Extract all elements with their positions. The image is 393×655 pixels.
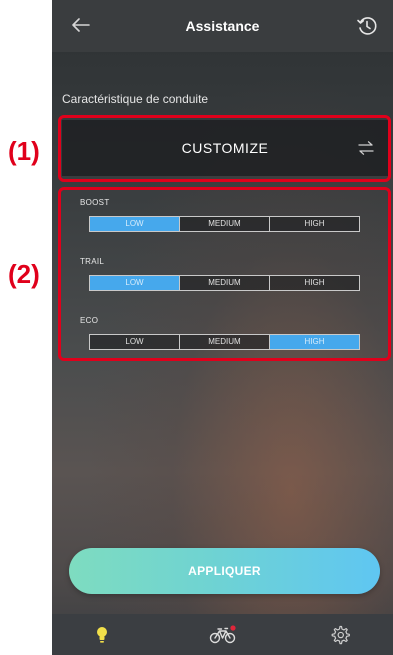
apply-button[interactable]: APPLIQUER — [69, 548, 380, 594]
annotation-box-1 — [58, 115, 391, 182]
page-title: Assistance — [185, 18, 260, 34]
notification-dot — [230, 625, 236, 631]
annotation-box-2 — [58, 187, 391, 361]
bottom-nav — [52, 614, 393, 655]
apply-button-label: APPLIQUER — [188, 564, 261, 578]
history-icon[interactable] — [355, 14, 379, 38]
gear-icon[interactable] — [328, 623, 352, 647]
lightbulb-icon[interactable] — [90, 623, 114, 647]
bicycle-icon[interactable] — [209, 623, 236, 647]
top-bar: Assistance — [52, 0, 393, 52]
annotation-label-1: (1) — [8, 136, 40, 166]
driving-characteristic-label: Caractéristique de conduite — [62, 92, 209, 106]
annotation-label-2: (2) — [8, 259, 40, 289]
